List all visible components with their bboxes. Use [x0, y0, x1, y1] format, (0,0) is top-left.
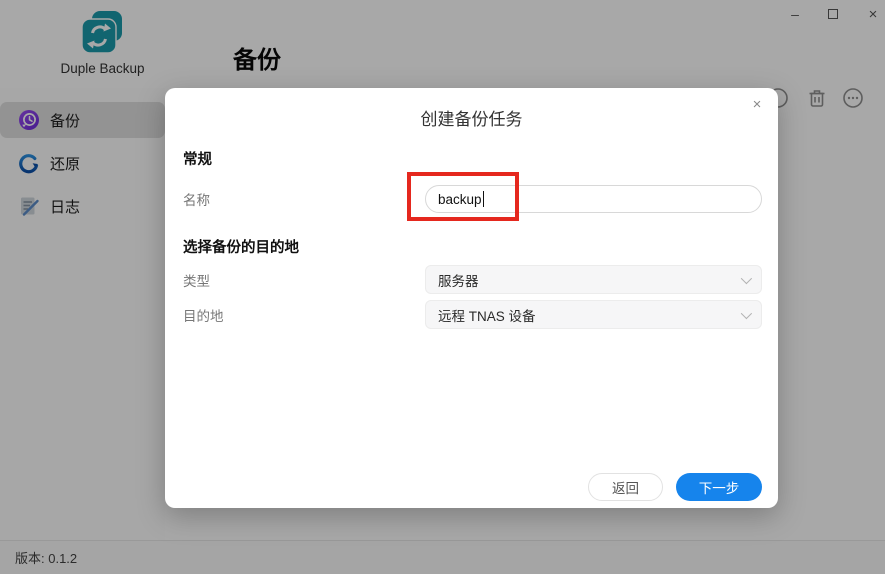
name-field-label: 名称 — [183, 189, 210, 209]
task-name-input[interactable]: backup — [425, 185, 762, 213]
chevron-down-icon — [741, 272, 752, 283]
text-cursor — [483, 191, 484, 207]
type-dropdown[interactable]: 服务器 — [425, 265, 762, 294]
task-name-value: backup — [438, 192, 482, 207]
section-destination: 选择备份的目的地 — [183, 236, 299, 257]
type-field-label: 类型 — [183, 270, 210, 290]
section-general: 常规 — [183, 148, 212, 169]
create-backup-task-dialog: × 创建备份任务 常规 名称 backup 选择备份的目的地 类型 服务器 目的… — [165, 88, 778, 508]
next-button[interactable]: 下一步 — [676, 473, 762, 501]
back-button[interactable]: 返回 — [588, 473, 663, 501]
destination-dropdown[interactable]: 远程 TNAS 设备 — [425, 300, 762, 329]
type-dropdown-value: 服务器 — [438, 270, 479, 290]
dialog-title: 创建备份任务 — [165, 105, 778, 130]
destination-field-label: 目的地 — [183, 305, 224, 325]
destination-dropdown-value: 远程 TNAS 设备 — [438, 305, 536, 325]
chevron-down-icon — [741, 307, 752, 318]
